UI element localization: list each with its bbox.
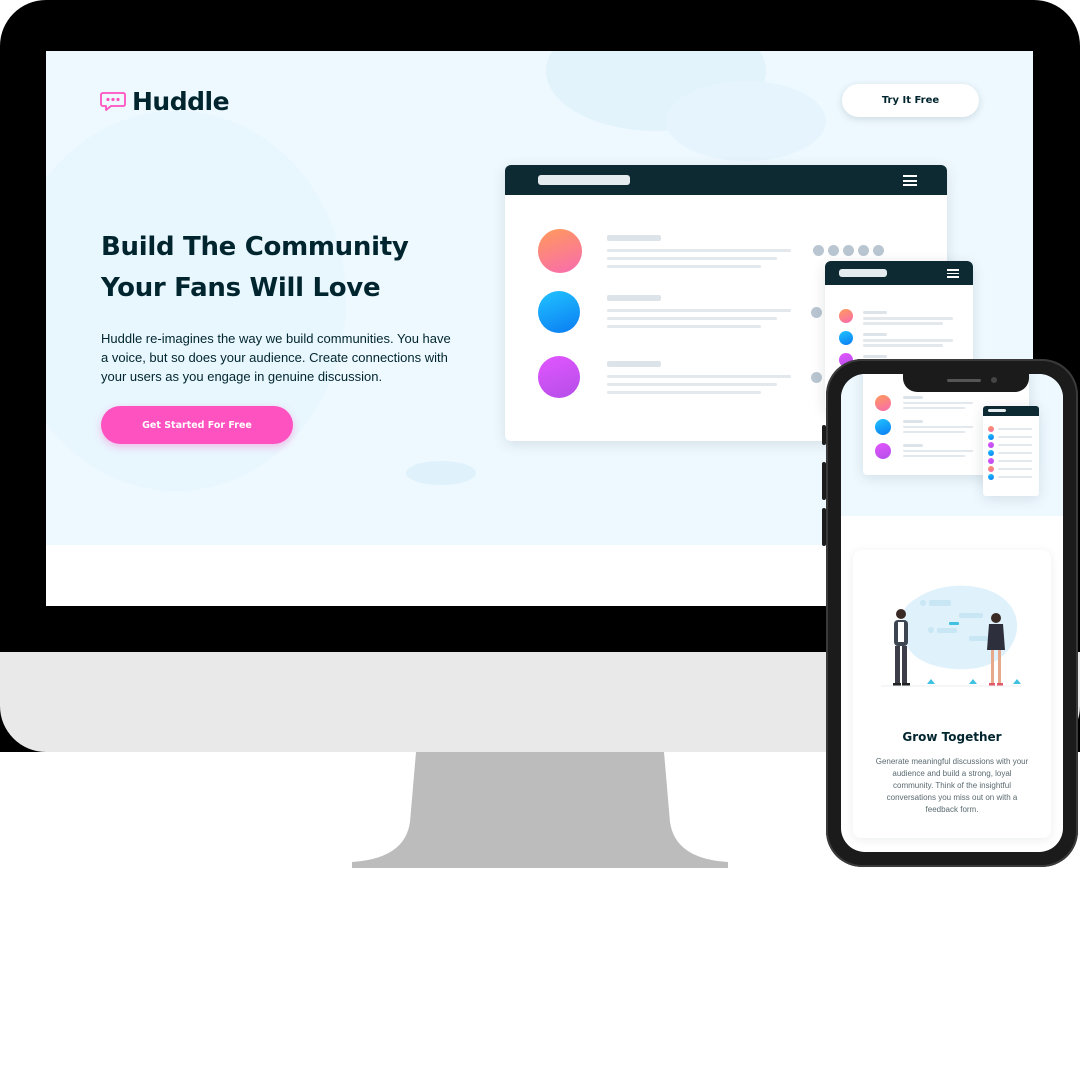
placeholder-line bbox=[607, 391, 761, 394]
placeholder-line bbox=[998, 452, 1032, 454]
mockup-title-placeholder bbox=[538, 175, 630, 185]
placeholder-line bbox=[903, 455, 965, 457]
avatar bbox=[988, 426, 994, 432]
decor-blob bbox=[666, 81, 826, 161]
mockup-title-placeholder bbox=[839, 269, 887, 277]
placeholder-line bbox=[903, 420, 923, 423]
avatar bbox=[538, 356, 580, 398]
avatar bbox=[988, 434, 994, 440]
avatar bbox=[839, 331, 853, 345]
placeholder-line bbox=[998, 476, 1032, 478]
avatar bbox=[988, 466, 994, 472]
placeholder-line bbox=[607, 325, 761, 328]
placeholder-line bbox=[903, 396, 923, 399]
monitor-stand bbox=[352, 752, 728, 868]
mockup-titlebar bbox=[983, 406, 1039, 416]
placeholder-dot bbox=[811, 307, 822, 318]
placeholder-line bbox=[607, 361, 661, 367]
avatar bbox=[839, 309, 853, 323]
small-mockup-titlebar bbox=[825, 261, 973, 285]
placeholder-line bbox=[998, 468, 1032, 470]
placeholder-line bbox=[863, 344, 943, 347]
people-illustration bbox=[877, 578, 1027, 698]
avatar bbox=[988, 442, 994, 448]
placeholder-line bbox=[903, 426, 973, 428]
avatar bbox=[988, 458, 994, 464]
placeholder-line bbox=[607, 249, 791, 252]
hero-title-line-2: Your Fans Will Love bbox=[101, 273, 381, 303]
placeholder-line bbox=[863, 355, 887, 358]
card-description: Generate meaningful discussions with you… bbox=[875, 757, 1029, 814]
placeholder-line bbox=[903, 444, 923, 447]
placeholder-line bbox=[903, 402, 973, 404]
placeholder-dot bbox=[873, 245, 884, 256]
phone-small-mockup bbox=[983, 406, 1039, 496]
placeholder-line bbox=[607, 375, 791, 378]
placeholder-line bbox=[607, 383, 777, 386]
placeholder-dot bbox=[811, 372, 822, 383]
placeholder-line bbox=[863, 311, 887, 314]
placeholder-line bbox=[607, 309, 791, 312]
placeholder-line bbox=[863, 333, 887, 336]
placeholder-dot bbox=[828, 245, 839, 256]
decor-blob bbox=[406, 461, 476, 485]
phone-screen: Grow Together Generate meaningful discus… bbox=[841, 374, 1063, 852]
get-started-button[interactable]: Get Started For Free bbox=[101, 406, 293, 444]
try-it-free-button[interactable]: Try It Free bbox=[842, 84, 979, 117]
placeholder-dot bbox=[858, 245, 869, 256]
placeholder-line bbox=[903, 431, 965, 433]
placeholder-line bbox=[863, 317, 953, 320]
placeholder-line bbox=[863, 339, 953, 342]
logo-text: Huddle bbox=[132, 87, 230, 116]
avatar bbox=[538, 229, 582, 273]
grow-together-card: Grow Together Generate meaningful discus… bbox=[853, 550, 1051, 838]
mockup-titlebar bbox=[505, 165, 947, 195]
placeholder-line bbox=[903, 407, 965, 409]
placeholder-line bbox=[998, 460, 1032, 462]
placeholder-line bbox=[903, 450, 973, 452]
hamburger-menu-icon bbox=[947, 269, 959, 280]
avatar bbox=[875, 419, 891, 435]
speaker bbox=[947, 379, 981, 382]
hero-description: Huddle re-imagines the way we build comm… bbox=[101, 331, 451, 384]
placeholder-dot bbox=[843, 245, 854, 256]
placeholder-line bbox=[607, 257, 777, 260]
front-camera bbox=[991, 377, 997, 383]
phone-notch bbox=[903, 374, 1029, 392]
avatar bbox=[988, 450, 994, 456]
placeholder-line bbox=[998, 436, 1032, 438]
hero-title-line-1: Build The Community bbox=[101, 232, 409, 262]
placeholder-line bbox=[607, 317, 777, 320]
placeholder-line bbox=[998, 428, 1032, 430]
placeholder-line bbox=[863, 322, 943, 325]
placeholder-line bbox=[607, 235, 661, 241]
mockup-title-placeholder bbox=[988, 409, 1006, 412]
site-logo[interactable]: Huddle bbox=[100, 87, 230, 116]
card-title: Grow Together bbox=[902, 730, 1002, 744]
avatar bbox=[988, 474, 994, 480]
avatar bbox=[538, 291, 580, 333]
placeholder-dot bbox=[813, 245, 824, 256]
avatar bbox=[875, 395, 891, 411]
mobile-phone: Grow Together Generate meaningful discus… bbox=[826, 359, 1078, 867]
placeholder-line bbox=[998, 444, 1032, 446]
placeholder-line bbox=[607, 295, 661, 301]
hamburger-menu-icon bbox=[903, 175, 917, 189]
placeholder-line bbox=[607, 265, 761, 268]
hero-title: Build The Community Your Fans Will Love bbox=[101, 227, 441, 309]
chat-bubble-logo-icon bbox=[100, 91, 126, 113]
avatar bbox=[875, 443, 891, 459]
